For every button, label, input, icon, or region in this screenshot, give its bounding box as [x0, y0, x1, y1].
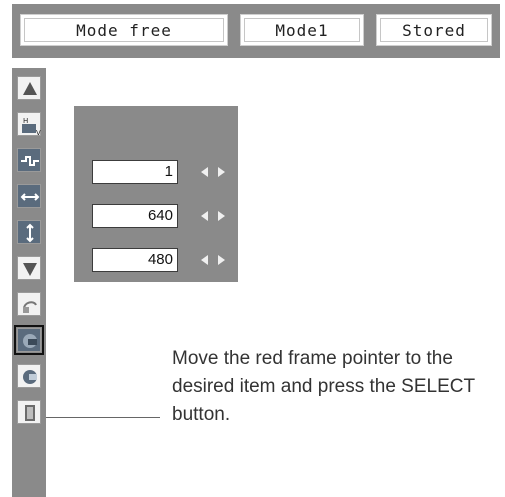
vertical-value: 480	[92, 248, 178, 272]
stored-button[interactable]: Stored	[376, 14, 492, 46]
callout-text: Move the red frame pointer to the desire…	[172, 348, 475, 425]
horizontal-vertical-icon[interactable]: HV	[17, 112, 41, 137]
mode1-button[interactable]: Mode1	[240, 14, 364, 46]
mode1-label: Mode1	[275, 20, 329, 40]
mode-free-icon[interactable]	[14, 325, 44, 355]
vertical-position-icon[interactable]	[17, 220, 41, 244]
mode-free-button[interactable]: Mode free	[20, 14, 228, 46]
svg-text:H: H	[23, 117, 28, 125]
sidebar-menu: HV	[12, 68, 46, 497]
total-dots-icon[interactable]	[17, 184, 41, 208]
value-panel: 1 640 480	[74, 106, 238, 282]
stored-label: Stored	[402, 20, 466, 40]
fine-sync-value: 1	[92, 160, 178, 184]
quit-icon[interactable]	[17, 400, 41, 424]
top-mode-bar: Mode free Mode1 Stored	[12, 4, 500, 58]
callout-line	[46, 417, 160, 418]
svg-text:V: V	[36, 129, 41, 137]
adjust-arrows-icon[interactable]	[199, 164, 227, 180]
total-dots-value: 640	[92, 204, 178, 228]
adjust-arrows-icon[interactable]	[199, 208, 227, 224]
reset-icon[interactable]	[17, 292, 41, 316]
down-arrow-icon[interactable]	[17, 256, 41, 280]
fine-sync-icon[interactable]	[17, 148, 41, 172]
mode-free-label: Mode free	[76, 20, 172, 40]
adjust-arrows-icon[interactable]	[199, 252, 227, 268]
up-arrow-icon[interactable]	[17, 76, 41, 100]
store-icon[interactable]	[17, 364, 41, 388]
